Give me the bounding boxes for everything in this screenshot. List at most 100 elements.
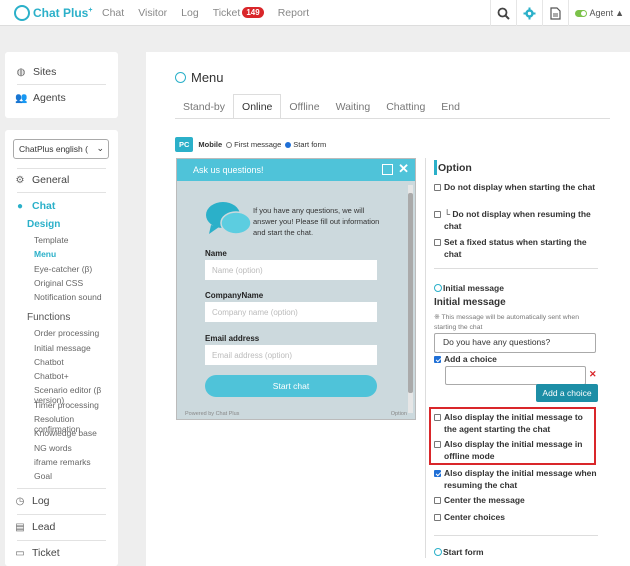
start-form-radio-row[interactable]: Start form xyxy=(434,547,484,557)
name-input[interactable]: Name (option) xyxy=(205,260,377,280)
sidebar-item-notification-sound[interactable]: Notification sound xyxy=(34,292,102,302)
sidebar-item-ticket[interactable]: ▭ Ticket xyxy=(14,547,60,559)
tab-chatting[interactable]: Chatting xyxy=(378,94,433,119)
sidebar-item-initial-message[interactable]: Initial message xyxy=(34,343,91,353)
chevron-down-icon: ⌄ xyxy=(96,143,104,153)
initial-message-radio[interactable] xyxy=(434,284,442,292)
sidebar-item-iframe-remarks[interactable]: iframe remarks xyxy=(34,457,91,467)
also-agent-start-option[interactable]: Also display the initial message to the … xyxy=(434,412,594,435)
nav-log[interactable]: Log xyxy=(181,7,199,19)
close-icon[interactable]: ✕ xyxy=(398,161,409,177)
minimize-icon[interactable] xyxy=(382,164,393,175)
first-message-radio[interactable] xyxy=(226,141,233,148)
globe-icon: ◍ xyxy=(16,66,26,78)
gear-icon: ⚙ xyxy=(15,174,25,186)
center-choices-option[interactable]: Center choices xyxy=(434,512,505,524)
agent-status-toggle[interactable]: Agent ▲ xyxy=(567,0,630,26)
also-resuming-option[interactable]: Also display the initial message when re… xyxy=(434,468,604,491)
checkbox[interactable] xyxy=(434,497,441,504)
checkbox[interactable] xyxy=(434,441,441,448)
checkbox[interactable] xyxy=(434,414,441,421)
sidebar-item-chatbot[interactable]: Chatbot xyxy=(34,357,64,367)
checkbox-checked[interactable] xyxy=(434,356,441,363)
choice-input[interactable] xyxy=(445,366,586,385)
sidebar-item-goal[interactable]: Goal xyxy=(34,471,52,481)
chat-widget-preview: Ask us questions! ✕ If you have any ques… xyxy=(176,158,416,420)
company-label: CompanyName xyxy=(205,291,264,300)
document-icon[interactable] xyxy=(541,0,568,26)
also-offline-option[interactable]: Also display the initial message in offl… xyxy=(434,439,594,462)
sidebar-item-log[interactable]: ◷ Log xyxy=(14,495,50,507)
tab-stand-by[interactable]: Stand-by xyxy=(175,94,233,119)
do-not-display-start-option[interactable]: Do not display when starting the chat xyxy=(434,182,604,194)
sidebar-item-knowledge-base[interactable]: Knowledge base xyxy=(34,428,97,438)
nav-report[interactable]: Report xyxy=(278,7,310,19)
initial-message-radio-row[interactable]: Initial message xyxy=(434,283,504,293)
initial-message-radio-label: Initial message xyxy=(443,283,504,293)
do-not-display-resume-option[interactable]: └ Do not display when resuming the chat xyxy=(434,209,604,232)
start-chat-button[interactable]: Start chat xyxy=(205,375,377,397)
chat-plus-logo[interactable]: Chat Plus+ xyxy=(14,4,102,21)
users-icon: 👥 xyxy=(15,92,28,104)
preview-scrollbar[interactable] xyxy=(408,185,413,413)
option-label: Also display the initial message when re… xyxy=(444,468,597,490)
center-message-option[interactable]: Center the message xyxy=(434,495,525,507)
ticket-count-badge: 149 xyxy=(242,7,264,18)
company-input[interactable]: Company name (option) xyxy=(205,302,377,322)
sidebar-item-order-processing[interactable]: Order processing xyxy=(34,328,99,338)
tab-online[interactable]: Online xyxy=(233,94,282,119)
search-icon[interactable] xyxy=(489,0,516,26)
sidebar-item-label: Ticket xyxy=(32,547,60,559)
email-input[interactable]: Email address (option) xyxy=(205,345,377,365)
checkbox[interactable] xyxy=(434,211,441,218)
add-choice-option[interactable]: Add a choice xyxy=(434,354,497,366)
pc-button[interactable]: PC xyxy=(175,137,194,152)
option-heading: Option xyxy=(438,162,472,174)
status-toggle-icon xyxy=(574,9,587,17)
option-heading-rule xyxy=(434,160,437,175)
tab-waiting[interactable]: Waiting xyxy=(328,94,379,119)
sidebar-item-eye-catcher[interactable]: Eye-catcher (β) xyxy=(34,264,92,274)
nav-visitor[interactable]: Visitor xyxy=(138,7,167,19)
sidebar-item-original-css[interactable]: Original CSS xyxy=(34,278,83,288)
option-label: Option xyxy=(390,411,407,417)
checkbox[interactable] xyxy=(434,184,441,191)
gear-icon[interactable] xyxy=(515,0,542,26)
tab-offline[interactable]: Offline xyxy=(281,94,327,119)
sidebar-item-sites[interactable]: ◍ Sites xyxy=(15,66,57,78)
fixed-status-option[interactable]: Set a fixed status when starting the cha… xyxy=(434,237,604,260)
remove-choice-icon[interactable]: ✕ xyxy=(589,369,597,380)
sidebar-item-lead[interactable]: ▤ Lead xyxy=(14,521,55,533)
option-label: Set a fixed status when starting the cha… xyxy=(444,237,587,259)
sidebar-item-template[interactable]: Template xyxy=(34,235,69,245)
sidebar-item-menu[interactable]: Menu xyxy=(34,249,56,259)
checkbox[interactable] xyxy=(434,514,441,521)
sidebar-item-ng-words[interactable]: NG words xyxy=(34,443,72,453)
design-heading[interactable]: Design xyxy=(27,219,60,230)
start-form-radio[interactable] xyxy=(434,548,442,556)
functions-heading[interactable]: Functions xyxy=(27,312,70,323)
top-navigation-bar: Chat Plus+ Chat Visitor Log Ticket 149 Re… xyxy=(0,0,630,26)
checkbox-checked[interactable] xyxy=(434,470,441,477)
start-form-radio[interactable] xyxy=(285,141,292,148)
nav-ticket[interactable]: Ticket 149 xyxy=(213,7,264,19)
sidebar-item-chatbot-plus[interactable]: Chatbot+ xyxy=(34,371,69,381)
mobile-label[interactable]: Mobile xyxy=(198,140,222,149)
nav-chat[interactable]: Chat xyxy=(102,7,124,19)
sidebar-item-agents[interactable]: 👥 Agents xyxy=(15,92,66,104)
lead-icon: ▤ xyxy=(15,521,25,533)
chat-bubble-icon: ● xyxy=(16,200,24,212)
site-select[interactable]: ChatPlus english ( ⌄ xyxy=(13,139,109,159)
sidebar-item-chat[interactable]: ● Chat xyxy=(14,200,55,212)
add-choice-button[interactable]: Add a choice xyxy=(536,384,598,402)
tab-end[interactable]: End xyxy=(433,94,468,119)
agent-label: Agent xyxy=(589,8,614,18)
option-label: └ Do not display when resuming the chat xyxy=(444,209,591,231)
sidebar-item-general[interactable]: ⚙ General xyxy=(14,174,70,186)
sidebar-item-timer-processing[interactable]: Timer processing xyxy=(34,400,99,410)
checkbox[interactable] xyxy=(434,239,441,246)
page-title-text: Menu xyxy=(191,70,224,85)
sidebar-main-card: ChatPlus english ( ⌄ ⚙ General ● Chat Desi… xyxy=(5,130,118,566)
preview-intro-text: If you have any questions, we will answe… xyxy=(253,206,380,237)
initial-message-input[interactable]: Do you have any questions? xyxy=(434,333,596,353)
